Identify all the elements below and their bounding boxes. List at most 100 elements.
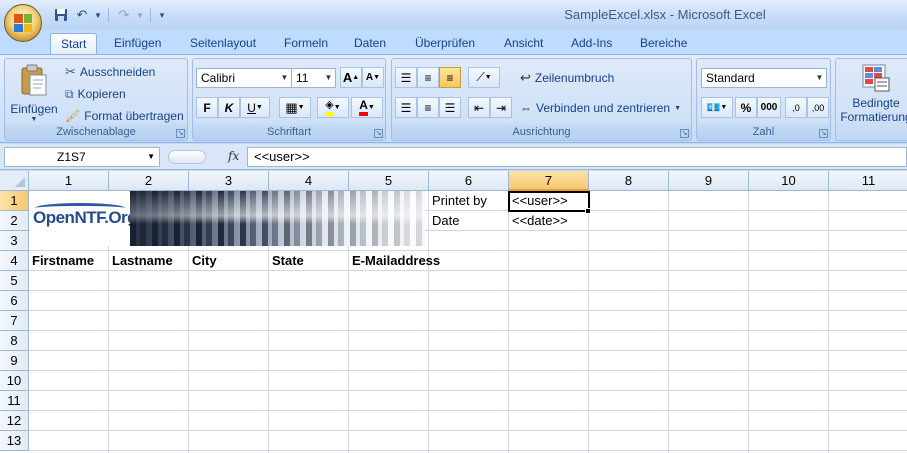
fill-handle[interactable]: [585, 208, 591, 214]
column-header-3[interactable]: 3: [189, 171, 269, 191]
chevron-down-icon: ▼: [815, 73, 824, 82]
conditional-formatting-label-1: Bedingte: [852, 96, 900, 110]
cell-header-firstname[interactable]: Firstname: [29, 251, 109, 271]
chevron-down-icon: ▼: [280, 73, 289, 82]
align-middle-button[interactable]: ≡: [417, 67, 439, 88]
merge-center-button[interactable]: ⇔ Verbinden und zentrieren ▼: [520, 98, 681, 118]
align-left-button[interactable]: ☰: [395, 97, 417, 118]
cell-header-email[interactable]: E-Mailaddress: [349, 251, 459, 271]
cell-header-city[interactable]: City: [189, 251, 269, 271]
borders-button[interactable]: ▦ ▼: [279, 97, 311, 118]
formula-input[interactable]: <<user>>: [247, 147, 907, 167]
tab-start[interactable]: Start: [50, 33, 98, 54]
cell-date-label[interactable]: Date: [429, 211, 509, 231]
alignment-group-label: Ausrichtung: [392, 125, 691, 140]
tab-add-ins[interactable]: Add-Ins: [561, 33, 622, 54]
worksheet[interactable]: 1 2 3 4 5 6 7 8 9 10 11 1 2 3 4 5 6 7 8 …: [0, 171, 907, 453]
window-title: SampleExcel.xlsx - Microsoft Excel: [564, 7, 766, 22]
bold-button[interactable]: F: [196, 97, 218, 118]
font-size-combo[interactable]: 11 ▼: [291, 68, 336, 88]
tab-einfuegen[interactable]: Einfügen: [104, 33, 171, 54]
row-header-6[interactable]: 6: [0, 291, 29, 311]
column-header-8[interactable]: 8: [589, 171, 669, 191]
font-name-combo[interactable]: Calibri ▼: [196, 68, 292, 88]
cell-header-state[interactable]: State: [269, 251, 349, 271]
percent-button[interactable]: %: [735, 97, 757, 118]
paste-dropdown-icon[interactable]: ▼: [9, 116, 59, 123]
shrink-font-button[interactable]: A ▼: [362, 67, 384, 88]
office-button[interactable]: [4, 4, 42, 42]
row-header-1[interactable]: 1: [0, 191, 29, 211]
copy-button[interactable]: ⧉ Kopieren: [65, 84, 126, 104]
row-header-9[interactable]: 9: [0, 351, 29, 371]
align-bottom-icon: ≡: [446, 70, 454, 85]
column-header-2[interactable]: 2: [109, 171, 189, 191]
row-header-4[interactable]: 4: [0, 251, 29, 271]
cut-button[interactable]: ✂ Ausschneiden: [65, 62, 155, 82]
row-header-12[interactable]: 12: [0, 411, 29, 431]
row-header-11[interactable]: 11: [0, 391, 29, 411]
row-header-8[interactable]: 8: [0, 331, 29, 351]
row-header-13[interactable]: 13: [0, 431, 29, 451]
cell-header-lastname[interactable]: Lastname: [109, 251, 189, 271]
column-header-1[interactable]: 1: [29, 171, 109, 191]
column-header-10[interactable]: 10: [749, 171, 829, 191]
font-dialog-launcher-icon[interactable]: ↘: [374, 129, 383, 138]
clipboard-dialog-launcher-icon[interactable]: ↘: [176, 129, 185, 138]
row-header-10[interactable]: 10: [0, 371, 29, 391]
font-group: Calibri ▼ 11 ▼ A ▲ A ▼ F K U ▼ ▦ ▼ ◈ ▼ A ▼ Sch…: [192, 58, 386, 141]
chevron-down-icon[interactable]: ▼: [147, 148, 155, 166]
column-header-4[interactable]: 4: [269, 171, 349, 191]
accounting-format-button[interactable]: 💶 ▼: [701, 97, 733, 118]
copy-icon: ⧉: [65, 86, 74, 101]
tab-seitenlayout[interactable]: Seitenlayout: [180, 33, 266, 54]
paste-button[interactable]: Einfügen ▼: [9, 61, 59, 125]
underline-button[interactable]: U ▼: [240, 97, 270, 118]
splitter-handle-icon[interactable]: [168, 150, 206, 164]
alignment-group: ☰ ≡ ≡ ⟋ ▼ ☰ ≡ ☰ ⇤ ⇥ ↩ Zeilenumbruch ⇔ Ver…: [391, 58, 692, 141]
number-format-value: Standard: [706, 71, 755, 85]
insert-function-icon[interactable]: fx: [228, 149, 239, 163]
cell-date-value[interactable]: <<date>>: [509, 211, 589, 231]
font-color-button[interactable]: A ▼: [351, 97, 383, 118]
tab-formeln[interactable]: Formeln: [274, 33, 338, 54]
align-top-button[interactable]: ☰: [395, 67, 417, 88]
alignment-dialog-launcher-icon[interactable]: ↘: [680, 129, 689, 138]
row-header-7[interactable]: 7: [0, 311, 29, 331]
number-dialog-launcher-icon[interactable]: ↘: [819, 129, 828, 138]
name-box[interactable]: Z1S7 ▼: [4, 147, 160, 167]
orientation-button[interactable]: ⟋ ▼: [468, 67, 500, 88]
openntf-logo-image[interactable]: OpenNTF.Org: [30, 191, 425, 246]
column-header-7[interactable]: 7: [509, 171, 589, 191]
tab-bereiche[interactable]: Bereiche: [630, 33, 697, 54]
decrease-indent-button[interactable]: ⇤: [468, 97, 490, 118]
tab-ueberpruefen[interactable]: Überprüfen: [405, 33, 485, 54]
wrap-text-button[interactable]: ↩ Zeilenumbruch: [520, 68, 614, 88]
thousands-separator-button[interactable]: 000: [757, 97, 781, 118]
italic-button[interactable]: K: [218, 97, 240, 118]
select-all-button[interactable]: [0, 171, 29, 191]
cell-printed-by-label[interactable]: Printet by: [429, 191, 509, 211]
align-right-button[interactable]: ☰: [439, 97, 461, 118]
grow-font-button[interactable]: A ▲: [340, 67, 362, 88]
column-header-6[interactable]: 6: [429, 171, 509, 191]
row-header-3[interactable]: 3: [0, 231, 29, 251]
increase-indent-button[interactable]: ⇥: [490, 97, 512, 118]
fill-color-button[interactable]: ◈ ▼: [317, 97, 349, 118]
column-header-5[interactable]: 5: [349, 171, 429, 191]
format-painter-button[interactable]: 🖌 Format übertragen: [65, 106, 184, 126]
column-header-11[interactable]: 11: [829, 171, 907, 191]
tab-daten[interactable]: Daten: [344, 33, 396, 54]
align-center-button[interactable]: ≡: [417, 97, 439, 118]
align-bottom-button[interactable]: ≡: [439, 67, 461, 88]
merge-center-label: Verbinden und zentrieren: [536, 101, 671, 115]
number-format-combo[interactable]: Standard ▼: [701, 68, 827, 88]
conditional-formatting-button[interactable]: Bedingte Formatierung: [836, 63, 907, 124]
increase-decimal-button[interactable]: ,0: [785, 97, 807, 118]
row-header-5[interactable]: 5: [0, 271, 29, 291]
column-header-9[interactable]: 9: [669, 171, 749, 191]
grow-font-icon: A: [342, 70, 353, 85]
row-header-2[interactable]: 2: [0, 211, 29, 231]
decrease-decimal-button[interactable]: ,00: [807, 97, 829, 118]
tab-ansicht[interactable]: Ansicht: [494, 33, 553, 54]
